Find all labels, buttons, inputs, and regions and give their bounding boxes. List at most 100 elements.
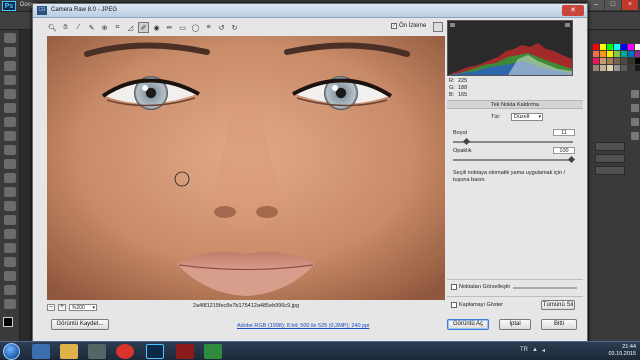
shadow-clipping-icon[interactable] (450, 23, 455, 27)
white-balance-tool-icon[interactable]: ⁄ (73, 22, 84, 33)
opacity-slider-track[interactable] (453, 159, 573, 161)
path-select-tool-icon[interactable] (4, 257, 16, 267)
zoom-tool-icon[interactable]: 🔍︎ (47, 22, 58, 33)
straighten-tool-icon[interactable]: ◿ (125, 22, 136, 33)
media-player-icon[interactable] (88, 344, 106, 359)
visualize-spots-checkbox[interactable] (451, 284, 457, 290)
photoshop-taskbar-icon[interactable] (146, 344, 164, 359)
show-overlay-toggle[interactable]: Kaplamayı Göster (451, 302, 503, 308)
quick-select-tool-icon[interactable] (4, 75, 16, 85)
cancel-button[interactable]: İptal (499, 319, 531, 330)
file-explorer-icon[interactable] (60, 344, 78, 359)
camera-raw-toolbar: 🔍︎ ✋︎ ⁄ ✎ ⊕ ⌗ ◿ ✐ ◉ ✏︎ ▭ ◯ ≡ ↺ ↻ (39, 20, 449, 35)
pen-tool-icon[interactable] (4, 229, 16, 239)
start-button-icon[interactable] (3, 343, 20, 360)
hand-tool-icon[interactable]: ✋︎ (60, 22, 71, 33)
move-tool-icon[interactable] (4, 33, 16, 43)
open-image-button[interactable]: Görüntü Aç (447, 319, 489, 330)
color-sampler-tool-icon[interactable]: ✎ (86, 22, 97, 33)
size-slider-thumb[interactable] (463, 137, 471, 146)
type-select[interactable]: Düzelt (511, 113, 543, 121)
close-button[interactable]: × (622, 0, 638, 10)
red-eye-tool-icon[interactable]: ◉ (151, 22, 162, 33)
zoom-out-button[interactable]: – (47, 303, 55, 311)
healing-brush-tool-icon[interactable] (4, 117, 16, 127)
zoom-level-select[interactable]: %200 (69, 303, 97, 311)
dialog-close-button[interactable]: ✕ (562, 5, 584, 16)
history-panel-icon[interactable] (631, 132, 639, 140)
dodge-tool-icon[interactable] (4, 215, 16, 225)
highlight-clipping-icon[interactable] (565, 23, 570, 27)
rgb-readout: R: 225 G: 188 B: 165 (449, 78, 468, 98)
network-icon[interactable]: ▲ (532, 347, 538, 354)
window-controls: – □ × (588, 0, 638, 10)
rotate-left-icon[interactable]: ↺ (216, 22, 227, 33)
zoom-in-button[interactable]: + (58, 303, 66, 311)
opacity-value[interactable]: 100 (553, 147, 575, 154)
face-photo (47, 36, 445, 300)
clear-all-button[interactable]: Tümünü Sil (541, 300, 575, 310)
spot-removal-hint: Seçili noktaya otomatik yama uygulamak i… (453, 170, 566, 183)
foreground-color-swatch[interactable] (3, 317, 13, 327)
rotate-right-icon[interactable]: ↻ (229, 22, 240, 33)
visualize-threshold-slider[interactable] (513, 287, 577, 289)
maximize-button[interactable]: □ (605, 0, 621, 10)
hand-tool-icon[interactable] (4, 285, 16, 295)
preview-toggle[interactable]: ✓ Ön İzleme (391, 23, 426, 29)
graduated-filter-tool-icon[interactable]: ▭ (177, 22, 188, 33)
language-indicator[interactable]: TR (520, 347, 528, 354)
eyedropper-tool-icon[interactable] (4, 103, 16, 113)
opacity-slider-thumb[interactable] (567, 155, 576, 164)
preview-label: Ön İzleme (399, 23, 427, 29)
preferences-icon[interactable]: ≡ (203, 22, 214, 33)
right-panel: R: 225 G: 188 B: 165 Tek Nokta Kaldırma Tür… (447, 20, 583, 320)
zoom-tool-icon[interactable] (4, 299, 16, 309)
rgb-blue-value: 165 (458, 92, 468, 98)
history-brush-tool-icon[interactable] (4, 159, 16, 169)
layer-row[interactable] (595, 166, 625, 175)
volume-icon[interactable]: ◂ (542, 347, 545, 354)
swatches-panel[interactable] (593, 44, 640, 71)
camtasia-icon[interactable] (204, 344, 222, 359)
flash-icon[interactable] (176, 344, 194, 359)
blur-tool-icon[interactable] (4, 201, 16, 211)
save-image-button[interactable]: Görüntü Kaydet... (51, 319, 109, 330)
done-button[interactable]: Bitti (541, 319, 577, 330)
brush-tool-icon[interactable] (4, 131, 16, 141)
layer-row[interactable] (595, 154, 625, 163)
radial-filter-tool-icon[interactable]: ◯ (190, 22, 201, 33)
clock[interactable]: 21:44 03.10.2015 (608, 344, 636, 358)
spot-removal-tool-icon[interactable]: ✐ (138, 22, 149, 33)
opacity-label: Opaklık (453, 148, 472, 154)
type-tool-icon[interactable] (4, 243, 16, 253)
eraser-tool-icon[interactable] (4, 173, 16, 183)
lasso-tool-icon[interactable] (4, 61, 16, 71)
channels-panel-icon[interactable] (631, 104, 639, 112)
show-overlay-checkbox[interactable] (451, 302, 457, 308)
visualize-spots-toggle[interactable]: Noktaları Görselleştir (451, 284, 510, 290)
adjustment-brush-tool-icon[interactable]: ✏︎ (164, 22, 175, 33)
crop-tool-icon[interactable] (4, 89, 16, 99)
targeted-adjustment-tool-icon[interactable]: ⊕ (99, 22, 110, 33)
chrome-icon[interactable] (116, 344, 134, 359)
preview-checkbox[interactable]: ✓ (391, 23, 397, 29)
fullscreen-button[interactable] (433, 22, 443, 32)
gradient-tool-icon[interactable] (4, 187, 16, 197)
layer-row[interactable] (595, 142, 625, 151)
layers-panel-icon[interactable] (631, 90, 639, 98)
internet-explorer-icon[interactable] (32, 344, 50, 359)
zoom-bar: – + %200 2a4f81215fec8e7b175412a485eb996… (47, 302, 445, 312)
image-preview[interactable] (47, 36, 445, 300)
windows-taskbar: TR ▲ ◂ 21:44 03.10.2015 (0, 341, 640, 360)
paths-panel-icon[interactable] (631, 118, 639, 126)
clone-stamp-tool-icon[interactable] (4, 145, 16, 155)
panel-divider (447, 296, 583, 297)
marquee-tool-icon[interactable] (4, 47, 16, 57)
minimize-button[interactable]: – (588, 0, 604, 10)
clock-time: 21:44 (622, 344, 636, 350)
crop-tool-icon[interactable]: ⌗ (112, 22, 123, 33)
size-value[interactable]: 11 (553, 129, 575, 136)
workflow-options-link[interactable]: Adobe RGB (1998); 8 bit; 500 ile 525 (0,… (237, 323, 369, 329)
size-slider-track[interactable] (453, 141, 573, 143)
shape-tool-icon[interactable] (4, 271, 16, 281)
